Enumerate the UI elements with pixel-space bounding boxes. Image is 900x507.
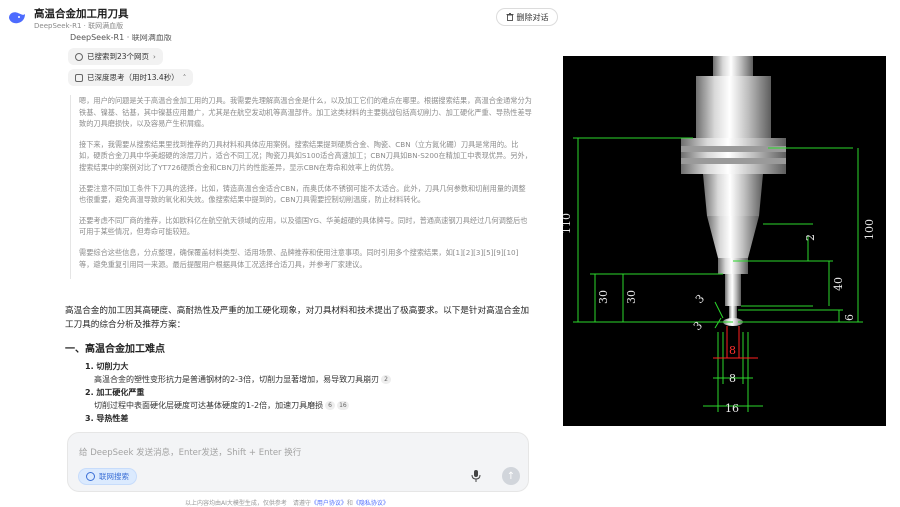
message-input-box[interactable]: 给 DeepSeek 发送消息，Enter发送，Shift + Enter 换行… xyxy=(67,432,529,492)
arrow-up-icon: ↑ xyxy=(506,470,516,482)
disclaimer-text: 以上内容均由AI大模型生成，仅供参考 请遵守 xyxy=(185,500,311,507)
search-results-chip[interactable]: 已搜索到23个网页 › xyxy=(68,48,163,65)
item-title: 2. 加工硬化严重 xyxy=(85,388,145,397)
model-subtitle: DeepSeek-R1 · 联网满血版 xyxy=(34,22,124,30)
answer-block: 高温合金的加工因其高硬度、高耐热性及严重的加工硬化现象，对刀具材料和技术提出了极… xyxy=(65,304,535,425)
deep-think-chip[interactable]: 已深度思考（用时13.4秒） ˄ xyxy=(68,69,194,86)
section-heading: 一、高温合金加工难点 xyxy=(65,344,165,355)
delete-label: 删除对话 xyxy=(516,12,549,22)
search-chip-label: 已搜索到23个网页 xyxy=(87,52,150,61)
dim-6: 6 xyxy=(843,314,856,321)
citation-badge[interactable]: 2 xyxy=(381,375,392,384)
dim-100: 100 xyxy=(863,219,876,240)
list-item: 2. 加工硬化严重 切削过程中表面硬化层硬度可达基体硬度的1-2倍，加速刀具磨损… xyxy=(85,386,535,412)
tool-cad-drawing: 110 100 30 30 40 2 6 3 3 8 8 16 xyxy=(563,56,886,426)
conversation-title: 高温合金加工用刀具 xyxy=(34,8,129,20)
dim-30-left: 30 xyxy=(597,290,610,304)
item-title: 3. 导热性差 xyxy=(85,414,129,423)
thinking-paragraph: 需要综合这些信息，分点整理，确保覆盖材料类型、适用场景、品牌推荐和使用注意事项。… xyxy=(79,247,519,269)
thinking-paragraph: 嗯，用户的问题是关于高温合金加工用的刀具。我需要先理解高温合金是什么，以及加工它… xyxy=(79,96,532,129)
thinking-paragraph: 还要考虑不同厂商的推荐，比如欧科亿在航空航天领域的应用，以及德国YG、华美超硬的… xyxy=(79,215,528,237)
trash-icon xyxy=(506,13,513,21)
search-icon xyxy=(75,52,83,61)
cad-drawing-canvas: 110 100 30 30 40 2 6 3 3 8 8 16 xyxy=(563,56,876,415)
dim-16: 16 xyxy=(725,402,739,415)
globe-icon xyxy=(86,472,95,481)
think-icon xyxy=(75,73,83,82)
dim-8-red: 8 xyxy=(729,344,736,357)
dim-3-top: 3 xyxy=(693,292,707,306)
thinking-paragraph: 接下来，我需要从搜索结果里找到推荐的刀具材料和具体应用案例。搜索结果提到硬质合金… xyxy=(79,139,532,172)
web-search-label: 联网搜索 xyxy=(99,472,129,481)
item-body-text: 高温合金的塑性变形抗力是普通钢材的2-3倍，切削力显著增加，易导致刀具崩刃 xyxy=(94,375,380,384)
chevron-up-icon: ˄ xyxy=(182,73,187,82)
item-body: 高温合金的塑性变形抗力是普通钢材的2-3倍，切削力显著增加，易导致刀具崩刃 2 xyxy=(94,373,535,386)
user-agreement-link[interactable]: 《用户协议》 xyxy=(311,500,347,507)
thinking-block: 嗯，用户的问题是关于高温合金加工用的刀具。我需要先理解高温合金是什么，以及加工它… xyxy=(70,95,532,280)
message-input[interactable]: 给 DeepSeek 发送消息，Enter发送，Shift + Enter 换行 xyxy=(79,446,301,458)
thinking-paragraph: 还要注意不同加工条件下刀具的选择，比如，铸造高温合金适合CBN，而奥氏体不锈钢可… xyxy=(79,183,526,205)
chat-header: 高温合金加工用刀具 DeepSeek-R1 · 联网满血版 删除对话 xyxy=(0,0,560,34)
difficulty-list: 1. 切削力大 高温合金的塑性变形抗力是普通钢材的2-3倍，切削力显著增加，易导… xyxy=(65,360,535,425)
item-body-text: 切削过程中表面硬化层硬度可达基体硬度的1-2倍，加速刀具磨损 xyxy=(94,401,324,410)
dim-8: 8 xyxy=(729,372,736,385)
item-body: 切削过程中表面硬化层硬度可达基体硬度的1-2倍，加速刀具磨损 6 16 xyxy=(94,399,535,412)
item-title: 1. 切削力大 xyxy=(85,362,129,371)
answer-intro: 高温合金的加工因其高硬度、高耐热性及严重的加工硬化现象，对刀具材料和技术提出了极… xyxy=(65,306,530,330)
chevron-right-icon: › xyxy=(153,52,156,61)
microphone-icon[interactable] xyxy=(470,469,482,483)
privacy-policy-link[interactable]: 《隐私协议》 xyxy=(353,500,389,507)
dim-40: 40 xyxy=(832,277,845,291)
disclaimer: 以上内容均由AI大模型生成，仅供参考 请遵守《用户协议》和《隐私协议》 xyxy=(185,498,389,507)
dim-2: 2 xyxy=(804,234,817,241)
tool-holder-body xyxy=(681,56,786,326)
think-chip-label: 已深度思考（用时13.4秒） xyxy=(87,73,179,82)
list-item: 1. 切削力大 高温合金的塑性变形抗力是普通钢材的2-3倍，切削力显著增加，易导… xyxy=(85,360,535,386)
list-item: 3. 导热性差 xyxy=(85,412,535,425)
citation-badge[interactable]: 6 xyxy=(325,401,336,410)
dim-30-inner: 30 xyxy=(625,290,638,304)
web-search-toggle[interactable]: 联网搜索 xyxy=(78,468,137,485)
deepseek-whale-icon[interactable] xyxy=(7,10,27,26)
citation-badge[interactable]: 16 xyxy=(337,401,349,410)
dim-110: 110 xyxy=(563,213,573,234)
dim-3-bottom: 3 xyxy=(691,319,705,333)
model-line: DeepSeek-R1 · 联网满血版 xyxy=(70,34,172,42)
delete-conversation-button[interactable]: 删除对话 xyxy=(496,8,558,26)
send-button[interactable]: ↑ xyxy=(502,467,520,485)
